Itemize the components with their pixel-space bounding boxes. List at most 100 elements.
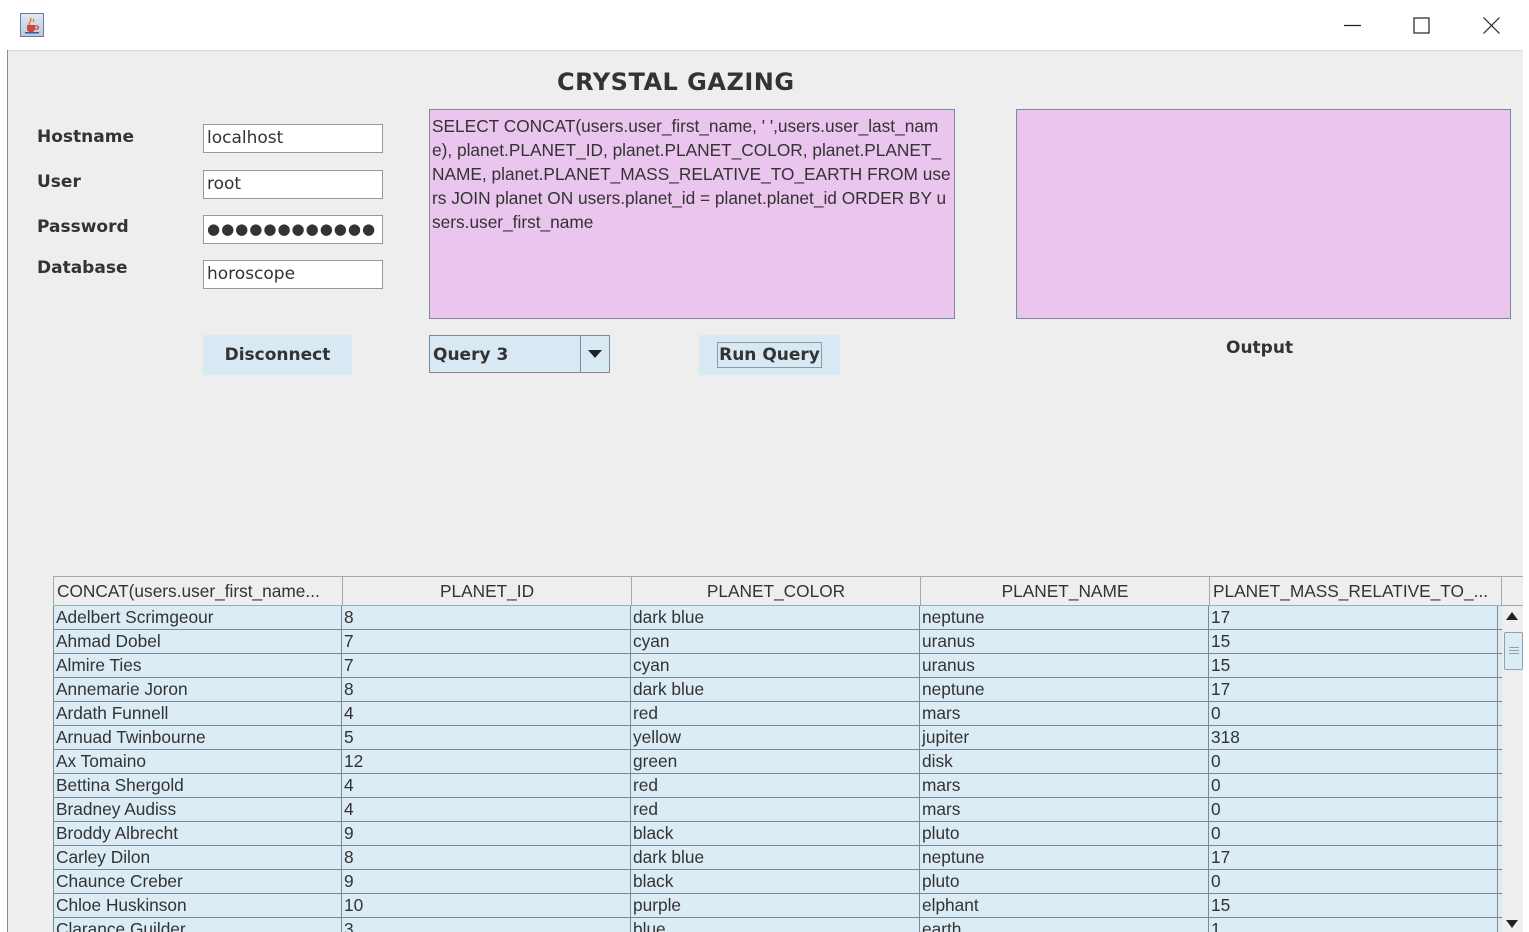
table-cell: dark blue: [631, 606, 920, 629]
table-cell: black: [631, 822, 920, 845]
table-cell: 4: [342, 702, 631, 725]
table-row[interactable]: Annemarie Joron 8 dark blue neptune 17: [53, 678, 1502, 702]
minimize-button[interactable]: [1318, 0, 1386, 50]
table-cell: 0: [1209, 870, 1498, 893]
table-cell: 318: [1209, 726, 1498, 749]
table-cell: 15: [1209, 894, 1498, 917]
maximize-button[interactable]: [1387, 0, 1455, 50]
table-row[interactable]: Chaunce Creber 9 black pluto 0: [53, 870, 1502, 894]
table-cell: pluto: [920, 822, 1209, 845]
table-cell: Bradney Audiss: [53, 798, 342, 821]
column-header-planet-color[interactable]: PLANET_COLOR: [632, 577, 921, 605]
table-cell: Carley Dilon: [53, 846, 342, 869]
page-title: CRYSTAL GAZING: [557, 68, 795, 96]
dropdown-arrow-button[interactable]: [580, 336, 609, 372]
column-header-name[interactable]: CONCAT(users.user_first_name...: [54, 577, 343, 605]
table-cell: jupiter: [920, 726, 1209, 749]
table-row[interactable]: Broddy Albrecht 9 black pluto 0: [53, 822, 1502, 846]
table-cell: neptune: [920, 606, 1209, 629]
table-header: CONCAT(users.user_first_name... PLANET_I…: [53, 576, 1502, 606]
column-header-planet-id[interactable]: PLANET_ID: [343, 577, 632, 605]
table-cell: Clarance Guilder: [53, 918, 342, 932]
table-cell: 17: [1209, 846, 1498, 869]
table-cell: Ahmad Dobel: [53, 630, 342, 653]
table-cell: yellow: [631, 726, 920, 749]
table-cell: cyan: [631, 654, 920, 677]
table-body: Adelbert Scrimgeour 8 dark blue neptune …: [53, 606, 1502, 932]
table-row[interactable]: Bradney Audiss 4 red mars 0: [53, 798, 1502, 822]
close-button[interactable]: [1457, 0, 1525, 50]
run-query-button-label: Run Query: [717, 342, 822, 368]
query-select[interactable]: Query 3: [429, 335, 610, 373]
chevron-down-icon: [588, 350, 602, 358]
scroll-down-arrow-icon[interactable]: [1506, 920, 1518, 928]
table-cell: Annemarie Joron: [53, 678, 342, 701]
table-cell: 8: [342, 678, 631, 701]
table-cell: purple: [631, 894, 920, 917]
table-cell: 15: [1209, 654, 1498, 677]
password-label: Password: [37, 217, 129, 237]
table-cell: 7: [342, 654, 631, 677]
table-row[interactable]: Ahmad Dobel 7 cyan uranus 15: [53, 630, 1502, 654]
password-field[interactable]: ●●●●●●●●●●●●: [203, 215, 383, 244]
table-cell: mars: [920, 702, 1209, 725]
minimize-icon: [1344, 24, 1361, 27]
scroll-thumb[interactable]: [1504, 632, 1523, 670]
query-text-area[interactable]: SELECT CONCAT(users.user_first_name, ' '…: [429, 109, 955, 319]
table-cell: blue: [631, 918, 920, 932]
table-cell: green: [631, 750, 920, 773]
table-cell: Arnuad Twinbourne: [53, 726, 342, 749]
vertical-scrollbar[interactable]: [1502, 606, 1523, 932]
output-text-area[interactable]: [1016, 109, 1511, 319]
query-select-value: Query 3: [433, 345, 509, 365]
table-cell: neptune: [920, 678, 1209, 701]
table-cell: 0: [1209, 798, 1498, 821]
table-cell: 4: [342, 774, 631, 797]
table-cell: Almire Ties: [53, 654, 342, 677]
table-cell: 8: [342, 606, 631, 629]
table-cell: 1: [1209, 918, 1498, 932]
window-border: [1523, 50, 1529, 932]
table-row[interactable]: Bettina Shergold 4 red mars 0: [53, 774, 1502, 798]
table-cell: neptune: [920, 846, 1209, 869]
table-cell: 0: [1209, 750, 1498, 773]
table-cell: dark blue: [631, 678, 920, 701]
title-bar: [0, 0, 1529, 50]
table-row[interactable]: Carley Dilon 8 dark blue neptune 17: [53, 846, 1502, 870]
scroll-up-arrow-icon[interactable]: [1506, 612, 1518, 620]
user-field[interactable]: root: [203, 170, 383, 199]
maximize-icon: [1413, 17, 1430, 34]
table-cell: pluto: [920, 870, 1209, 893]
table-cell: 15: [1209, 630, 1498, 653]
user-label: User: [37, 172, 81, 192]
column-header-planet-mass[interactable]: PLANET_MASS_RELATIVE_TO_...: [1210, 577, 1499, 605]
table-row[interactable]: Clarance Guilder 3 blue earth 1: [53, 918, 1502, 932]
table-cell: 9: [342, 870, 631, 893]
table-header-corner: [1502, 576, 1523, 606]
table-row[interactable]: Arnuad Twinbourne 5 yellow jupiter 318: [53, 726, 1502, 750]
table-cell: dark blue: [631, 846, 920, 869]
table-cell: 0: [1209, 702, 1498, 725]
table-row[interactable]: Ax Tomaino 12 green disk 0: [53, 750, 1502, 774]
table-cell: cyan: [631, 630, 920, 653]
table-cell: Ax Tomaino: [53, 750, 342, 773]
hostname-field[interactable]: localhost: [203, 124, 383, 153]
hostname-label: Hostname: [37, 127, 134, 147]
disconnect-button[interactable]: Disconnect: [203, 335, 352, 375]
run-query-button[interactable]: Run Query: [699, 335, 840, 375]
table-cell: red: [631, 798, 920, 821]
close-icon: [1483, 17, 1500, 34]
table-cell: 3: [342, 918, 631, 932]
table-cell: Chloe Huskinson: [53, 894, 342, 917]
table-cell: 0: [1209, 774, 1498, 797]
column-header-planet-name[interactable]: PLANET_NAME: [921, 577, 1210, 605]
table-cell: Ardath Funnell: [53, 702, 342, 725]
table-row[interactable]: Almire Ties 7 cyan uranus 15: [53, 654, 1502, 678]
table-row[interactable]: Ardath Funnell 4 red mars 0: [53, 702, 1502, 726]
database-field[interactable]: horoscope: [203, 260, 383, 289]
table-cell: mars: [920, 798, 1209, 821]
table-row[interactable]: Adelbert Scrimgeour 8 dark blue neptune …: [53, 606, 1502, 630]
table-cell: earth: [920, 918, 1209, 932]
table-row[interactable]: Chloe Huskinson 10 purple elphant 15: [53, 894, 1502, 918]
table-cell: elphant: [920, 894, 1209, 917]
